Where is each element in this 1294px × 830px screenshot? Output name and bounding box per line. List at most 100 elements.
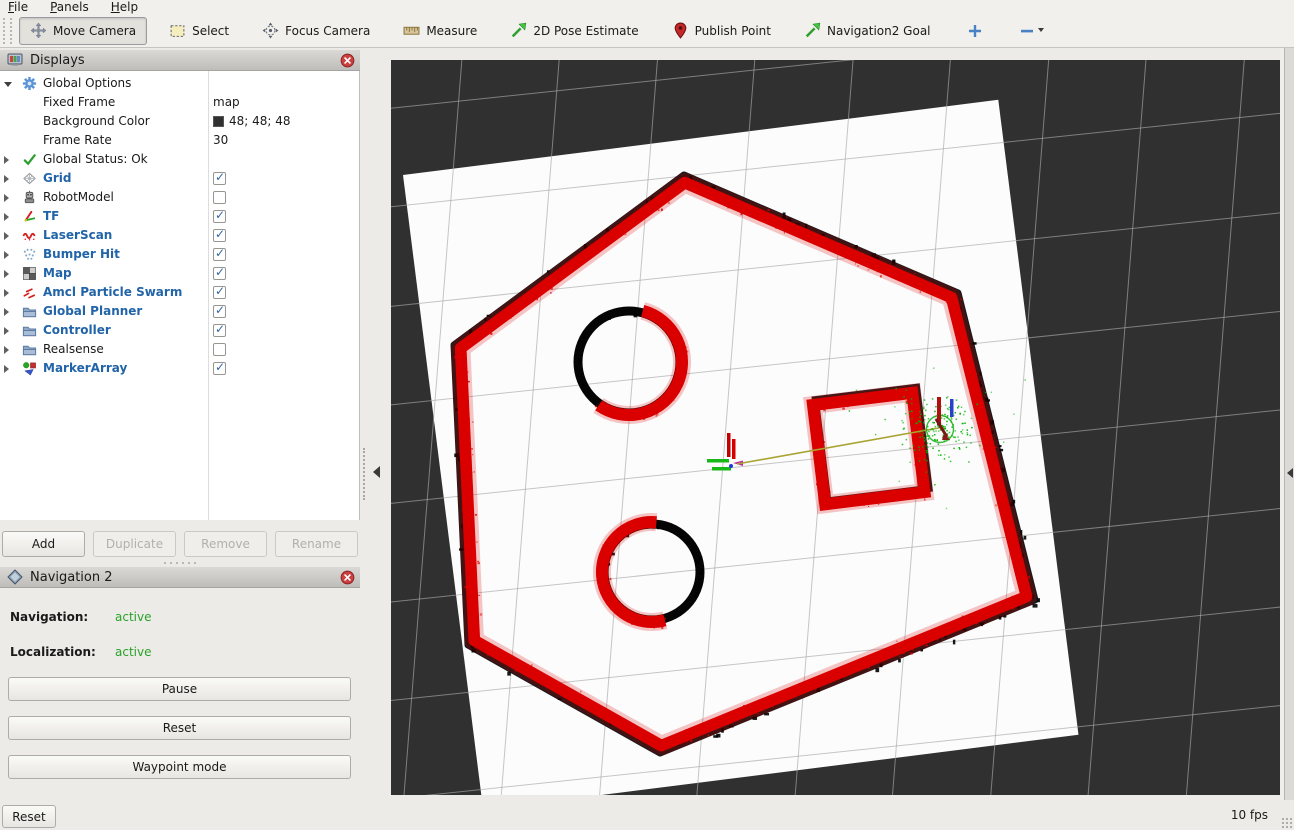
displays-buttons-row: AddDuplicateRemoveRename bbox=[2, 531, 358, 557]
tool-publish-point[interactable]: Publish Point bbox=[661, 17, 782, 45]
chevron-down-icon[interactable] bbox=[1038, 28, 1044, 32]
check-icon bbox=[22, 152, 37, 167]
display-label: TF bbox=[43, 209, 59, 224]
display-row-frame-rate[interactable]: Frame Rate 30 bbox=[0, 131, 359, 150]
reset-button[interactable]: Reset bbox=[8, 716, 351, 740]
tool-2d-pose-estimate[interactable]: 2D Pose Estimate bbox=[499, 17, 649, 45]
expander-icon[interactable] bbox=[4, 327, 9, 335]
displays-panel-header[interactable]: Displays bbox=[0, 49, 360, 71]
nav-status-value: active bbox=[115, 645, 151, 659]
3d-viewport bbox=[391, 60, 1280, 795]
display-row-fixed-frame[interactable]: Fixed Frame map bbox=[0, 93, 359, 112]
left-view-splitter[interactable] bbox=[360, 48, 391, 800]
add-button[interactable]: Add bbox=[2, 531, 85, 557]
collapse-right-arrow-icon[interactable] bbox=[1287, 468, 1293, 478]
toolbar-drag-handle[interactable] bbox=[3, 18, 12, 44]
pause-button[interactable]: Pause bbox=[8, 677, 351, 701]
menu-item-help[interactable]: Help bbox=[111, 0, 138, 14]
expander-icon[interactable] bbox=[4, 270, 9, 278]
panel-splitter-handle[interactable] bbox=[0, 559, 360, 566]
nav-status-localization: Localization: active bbox=[10, 645, 355, 661]
enabled-checkbox[interactable] bbox=[213, 210, 226, 223]
tool-move-camera[interactable]: Move Camera bbox=[19, 17, 147, 45]
folder-icon bbox=[22, 304, 37, 319]
plus-icon bbox=[967, 23, 983, 39]
displays-icon bbox=[7, 52, 23, 68]
display-row-global-options[interactable]: Global Options bbox=[0, 74, 359, 93]
close-icon[interactable] bbox=[340, 570, 355, 585]
display-row-controller[interactable]: Controller bbox=[0, 321, 359, 340]
tool-select[interactable]: Select bbox=[158, 17, 240, 45]
display-label: Background Color bbox=[43, 114, 150, 129]
select-icon bbox=[169, 22, 186, 39]
remove-tool-button[interactable] bbox=[1013, 14, 1050, 48]
measure-icon bbox=[403, 22, 420, 39]
display-label: Global Status: Ok bbox=[43, 152, 148, 167]
enabled-checkbox[interactable] bbox=[213, 248, 226, 261]
display-row-realsense[interactable]: Realsense bbox=[0, 340, 359, 359]
display-row-markerarray[interactable]: MarkerArray bbox=[0, 359, 359, 378]
enabled-checkbox[interactable] bbox=[213, 286, 226, 299]
expander-icon[interactable] bbox=[4, 213, 9, 221]
display-row-map[interactable]: Map bbox=[0, 264, 359, 283]
enabled-checkbox[interactable] bbox=[213, 324, 226, 337]
render-view[interactable] bbox=[391, 60, 1280, 795]
property-value[interactable]: map bbox=[213, 95, 240, 110]
resize-grip[interactable] bbox=[1281, 817, 1292, 828]
display-label: Map bbox=[43, 266, 72, 281]
menu-item-file[interactable]: File bbox=[8, 0, 28, 14]
display-row-background-color[interactable]: Background Color 48; 48; 48 bbox=[0, 112, 359, 131]
tool-focus-camera[interactable]: Focus Camera bbox=[251, 17, 381, 45]
display-row-laserscan[interactable]: LaserScan bbox=[0, 226, 359, 245]
nav-status-value: active bbox=[115, 610, 151, 624]
display-row-bumper-hit[interactable]: Bumper Hit bbox=[0, 245, 359, 264]
display-row-amcl-particle-swarm[interactable]: Amcl Particle Swarm bbox=[0, 283, 359, 302]
time-reset-button[interactable]: Reset bbox=[2, 805, 56, 828]
navigation2-icon bbox=[7, 569, 23, 585]
display-label: Fixed Frame bbox=[43, 95, 115, 110]
display-row-global-status-ok[interactable]: Global Status: Ok bbox=[0, 150, 359, 169]
close-icon[interactable] bbox=[340, 53, 355, 68]
display-row-global-planner[interactable]: Global Planner bbox=[0, 302, 359, 321]
laserscan-icon bbox=[22, 228, 37, 243]
waypoint-mode-button[interactable]: Waypoint mode bbox=[8, 755, 351, 779]
display-row-tf[interactable]: TF bbox=[0, 207, 359, 226]
enabled-checkbox[interactable] bbox=[213, 229, 226, 242]
expander-icon[interactable] bbox=[4, 365, 9, 373]
splitter-dots[interactable] bbox=[363, 448, 368, 500]
enabled-checkbox[interactable] bbox=[213, 305, 226, 318]
enabled-checkbox[interactable] bbox=[213, 362, 226, 375]
enabled-checkbox[interactable] bbox=[213, 267, 226, 280]
enabled-checkbox[interactable] bbox=[213, 343, 226, 356]
menu-bar: File Panels Help bbox=[0, 0, 1294, 14]
display-label: Global Options bbox=[43, 76, 131, 91]
folder-icon bbox=[22, 342, 37, 357]
expander-icon[interactable] bbox=[4, 346, 9, 354]
folder-icon bbox=[22, 323, 37, 338]
add-tool-button[interactable] bbox=[961, 14, 989, 48]
enabled-checkbox[interactable] bbox=[213, 172, 226, 185]
expander-icon[interactable] bbox=[4, 251, 9, 259]
collapse-left-arrow-icon[interactable] bbox=[373, 466, 380, 478]
expander-icon[interactable] bbox=[4, 232, 9, 240]
expander-icon[interactable] bbox=[4, 175, 9, 183]
expander-icon[interactable] bbox=[4, 194, 9, 202]
color-swatch bbox=[213, 116, 224, 127]
property-value[interactable]: 30 bbox=[213, 133, 228, 148]
tool-navigation2-goal[interactable]: Navigation2 Goal bbox=[793, 17, 942, 45]
displays-panel-title: Displays bbox=[30, 53, 85, 68]
expander-icon[interactable] bbox=[4, 82, 12, 87]
right-strip[interactable] bbox=[1284, 48, 1294, 800]
navigation2-panel-header[interactable]: Navigation 2 bbox=[0, 566, 360, 588]
grid-icon bbox=[22, 171, 37, 186]
property-value[interactable]: 48; 48; 48 bbox=[229, 114, 291, 129]
menu-item-panels[interactable]: Panels bbox=[50, 0, 89, 14]
display-row-grid[interactable]: Grid bbox=[0, 169, 359, 188]
tool-measure[interactable]: Measure bbox=[392, 17, 488, 45]
enabled-checkbox[interactable] bbox=[213, 191, 226, 204]
expander-icon[interactable] bbox=[4, 156, 9, 164]
display-row-robotmodel[interactable]: RobotModel bbox=[0, 188, 359, 207]
expander-icon[interactable] bbox=[4, 308, 9, 316]
expander-icon[interactable] bbox=[4, 289, 9, 297]
right-panel-splitter[interactable] bbox=[1280, 48, 1294, 800]
